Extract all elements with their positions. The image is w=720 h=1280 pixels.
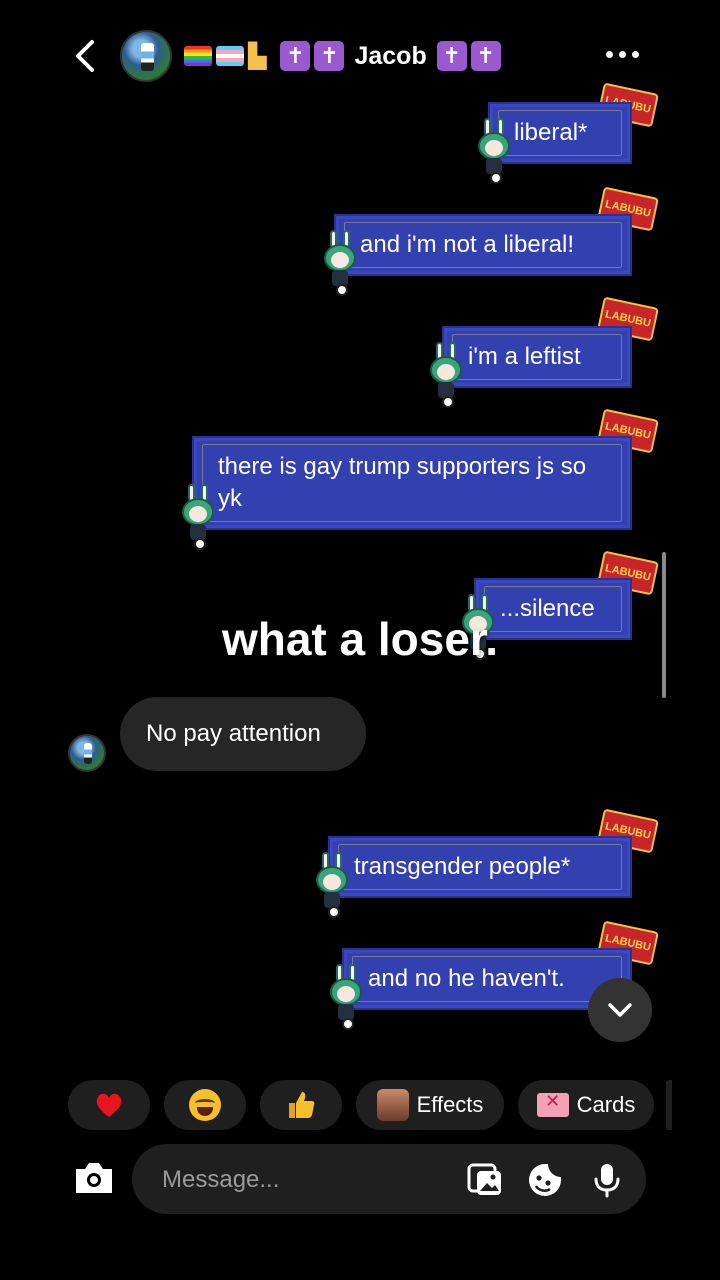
back-arrow-icon[interactable] (68, 36, 102, 76)
chevron-down-icon (608, 1003, 632, 1017)
labubu-charm-icon (476, 118, 512, 184)
message-text: transgender people* (354, 853, 571, 880)
scroll-to-bottom-button[interactable] (588, 978, 652, 1042)
labubu-charm-icon (314, 852, 350, 918)
cards-icon (536, 1091, 569, 1117)
contact-avatar[interactable] (120, 30, 172, 82)
contact-avatar-small[interactable] (68, 734, 106, 772)
outgoing-message[interactable]: i'm a leftist (442, 326, 632, 388)
more-chips-edge[interactable] (666, 1080, 672, 1130)
heart-icon (96, 1093, 122, 1117)
labubu-charm-icon (328, 964, 364, 1030)
outgoing-message[interactable]: and i'm not a liberal! (334, 214, 632, 276)
tears-of-joy-icon (189, 1089, 221, 1121)
gallery-icon[interactable] (466, 1161, 504, 1199)
heart-reaction-button[interactable] (68, 1080, 150, 1130)
message-composer (0, 1140, 720, 1220)
thumbs-up-icon (289, 1092, 315, 1118)
scrollbar[interactable] (662, 552, 666, 698)
message-text: ...silence (500, 595, 595, 622)
effects-label: Effects (416, 1092, 484, 1117)
thumbs-up-reaction-button[interactable] (260, 1080, 342, 1130)
leg-icon: ▙ (248, 42, 267, 70)
cross-icon: ✝ (436, 41, 467, 71)
labubu-charm-icon (180, 484, 216, 550)
cross-icon: ✝ (280, 41, 311, 71)
outgoing-message[interactable]: transgender people* (328, 836, 632, 898)
contact-name: Jacob (354, 41, 427, 70)
message-input-container (132, 1144, 646, 1214)
effects-button[interactable]: Effects (356, 1080, 504, 1130)
message-input[interactable] (160, 1158, 444, 1202)
message-text: No pay attention (146, 720, 321, 747)
more-options-icon[interactable] (606, 44, 646, 64)
overlay-caption: what a loser. (221, 613, 499, 665)
message-text: and no he haven't. (368, 965, 565, 992)
camera-icon[interactable] (70, 1153, 118, 1201)
labubu-charm-icon (322, 230, 358, 296)
cross-icon: ✝ (314, 41, 345, 71)
cards-button[interactable]: Cards (518, 1080, 654, 1130)
quick-reaction-bar: Effects Cards (0, 1080, 720, 1130)
message-text: there is gay trump supporters js so yk (218, 453, 587, 512)
microphone-icon[interactable] (588, 1161, 626, 1199)
message-text: liberal* (514, 119, 588, 146)
laugh-reaction-button[interactable] (164, 1080, 246, 1130)
outgoing-message[interactable]: there is gay trump supporters js so yk (192, 436, 632, 530)
message-text: and i'm not a liberal! (360, 231, 575, 258)
incoming-message[interactable]: No pay attention (120, 697, 366, 771)
cross-icon: ✝ (470, 41, 501, 71)
labubu-charm-icon (428, 342, 464, 408)
rainbow-flag-icon (184, 46, 212, 66)
contact-title[interactable]: ▙ ✝ ✝ Jacob ✝ ✝ (184, 36, 501, 76)
trans-flag-icon (216, 46, 244, 66)
message-text: i'm a leftist (468, 343, 581, 370)
sticker-icon[interactable] (526, 1161, 564, 1199)
effects-thumbnail-icon (376, 1089, 409, 1121)
cards-label: Cards (576, 1092, 636, 1117)
